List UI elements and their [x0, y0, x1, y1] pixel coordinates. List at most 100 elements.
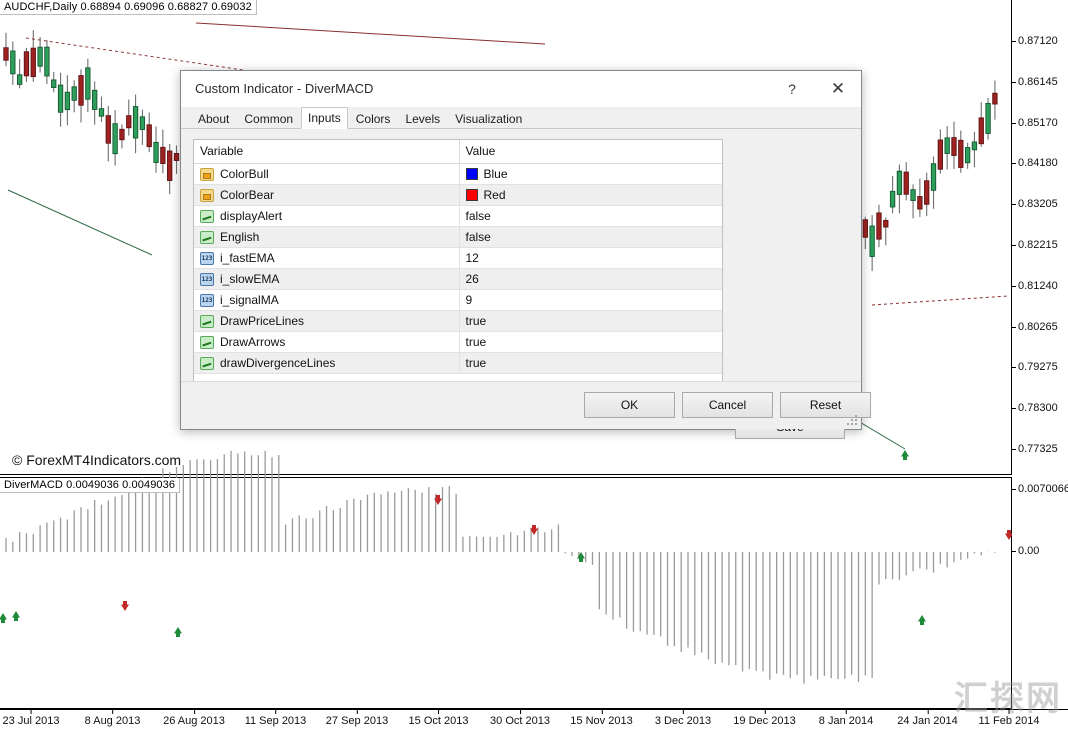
parameter-value: Red: [483, 188, 506, 202]
parameter-name-cell: DrawPriceLines: [194, 310, 459, 332]
indicator-pane[interactable]: DiverMACD 0.0049036 0.0049036: [0, 450, 1013, 709]
table-row[interactable]: English false: [194, 226, 722, 248]
parameter-name: displayAlert: [220, 209, 283, 223]
table-row[interactable]: DrawPriceLines true: [194, 310, 722, 332]
time-tick: 23 Jul 2013: [2, 709, 60, 727]
dialog-footer: OK Cancel Reset: [181, 381, 871, 429]
parameter-value-cell[interactable]: true: [458, 310, 722, 332]
parameter-value-cell[interactable]: Blue: [458, 163, 722, 185]
table-row[interactable]: DrawArrows true: [194, 331, 722, 353]
table-row[interactable]: ColorBear Red: [194, 184, 722, 206]
parameter-value-cell[interactable]: 9: [458, 289, 722, 311]
macd-histogram-layer: [0, 450, 1013, 684]
time-tick: 24 Jan 2014: [897, 709, 958, 727]
int-param-icon: 123: [200, 251, 214, 265]
parameter-name-cell: drawDivergenceLines: [194, 352, 459, 374]
parameter-name: DrawArrows: [220, 335, 286, 349]
time-tick: 15 Oct 2013: [408, 709, 469, 727]
parameter-value-cell[interactable]: false: [458, 205, 722, 227]
bool-param-icon: [200, 314, 214, 328]
copyright-label: © ForexMT4Indicators.com: [12, 452, 182, 468]
bool-param-icon: [200, 356, 214, 370]
price-tick: 0.78300: [1012, 402, 1058, 415]
parameter-name-cell: 123 i_slowEMA: [194, 268, 459, 290]
parameter-value: 9: [465, 293, 473, 307]
tab-inputs[interactable]: Inputs: [301, 107, 348, 129]
table-row[interactable]: displayAlert false: [194, 205, 722, 227]
price-scale[interactable]: 0.87120 0.86145 0.85170 0.84180 0.83205 0.822…: [1011, 0, 1068, 709]
color-swatch: [465, 189, 478, 201]
parameter-value: false: [465, 209, 491, 223]
tab-common[interactable]: Common: [237, 108, 300, 129]
table-row[interactable]: 123 i_slowEMA 26: [194, 268, 722, 290]
parameter-name: drawDivergenceLines: [220, 356, 336, 370]
ok-button[interactable]: OK: [584, 392, 675, 418]
parameter-value-cell[interactable]: true: [458, 331, 722, 353]
parameter-name-cell: ColorBear: [194, 184, 459, 206]
parameter-value: true: [465, 314, 487, 328]
parameter-value: true: [465, 335, 487, 349]
close-icon[interactable]: ✕: [815, 71, 861, 107]
inputs-grid[interactable]: Variable Value ColorBull Blue ColorBear Red…: [193, 139, 723, 383]
time-tick: 11 Feb 2014: [978, 709, 1040, 727]
bool-param-icon: [200, 230, 214, 244]
inputs-table: Variable Value ColorBull Blue ColorBear Red…: [194, 140, 722, 374]
cancel-button[interactable]: Cancel: [682, 392, 773, 418]
tab-colors[interactable]: Colors: [349, 108, 398, 129]
dialog-title: Custom Indicator - DiverMACD: [195, 81, 374, 96]
custom-indicator-dialog[interactable]: Custom Indicator - DiverMACD ? ✕ About Co…: [180, 70, 871, 439]
parameter-name: English: [220, 230, 260, 244]
int-param-icon: 123: [200, 272, 214, 286]
tab-levels[interactable]: Levels: [398, 108, 447, 129]
time-tick: 8 Aug 2013: [84, 709, 141, 727]
color-param-icon: [200, 188, 214, 202]
mt4-chart-window: AUDCHF,Daily 0.68894 0.69096 0.68827 0.6…: [0, 0, 1068, 734]
column-header-value: Value: [458, 140, 722, 164]
table-row[interactable]: drawDivergenceLines true: [194, 352, 722, 374]
parameter-value-cell[interactable]: 26: [458, 268, 722, 290]
parameter-name-cell: displayAlert: [194, 205, 459, 227]
indicator-tick: 0.00: [1011, 545, 1040, 557]
parameter-name-cell: ColorBull: [194, 163, 459, 185]
bool-param-icon: [200, 335, 214, 349]
color-param-icon: [200, 167, 214, 181]
tab-visualization[interactable]: Visualization: [448, 108, 529, 129]
dialog-tabs[interactable]: About Common Inputs Colors Levels Visualizati…: [181, 107, 861, 129]
price-tick: 0.87120: [1012, 35, 1058, 47]
time-tick: 15 Nov 2013: [570, 709, 633, 727]
resize-grip-icon[interactable]: [847, 415, 858, 426]
table-row[interactable]: 123 i_signalMA 9: [194, 289, 722, 311]
parameter-value: 12: [465, 251, 479, 265]
parameter-value: true: [465, 356, 487, 370]
price-tick: 0.86145: [1012, 75, 1058, 88]
parameter-name-cell: 123 i_signalMA: [194, 289, 459, 311]
parameter-name: ColorBear: [220, 188, 275, 202]
dialog-titlebar[interactable]: Custom Indicator - DiverMACD ? ✕: [181, 71, 861, 107]
help-icon[interactable]: ?: [769, 71, 815, 107]
parameter-value-cell[interactable]: true: [458, 352, 722, 374]
parameter-value: false: [465, 230, 491, 244]
time-tick: 19 Dec 2013: [733, 709, 796, 727]
time-tick: 3 Dec 2013: [654, 709, 712, 727]
time-tick: 11 Sep 2013: [244, 709, 307, 727]
price-tick: 0.79275: [1012, 361, 1058, 374]
int-param-icon: 123: [200, 293, 214, 307]
parameter-name: DrawPriceLines: [220, 314, 305, 328]
symbol-info-label: AUDCHF,Daily 0.68894 0.69096 0.68827 0.6…: [0, 0, 257, 15]
tab-about[interactable]: About: [191, 108, 236, 129]
price-tick: 0.80265: [1012, 320, 1058, 333]
time-tick: 8 Jan 2014: [818, 709, 874, 727]
parameter-value-cell[interactable]: Red: [458, 184, 722, 206]
time-scale[interactable]: 23 Jul 2013 8 Aug 2013 26 Aug 2013 11 Sep 2…: [0, 709, 1068, 734]
table-row[interactable]: 123 i_fastEMA 12: [194, 247, 722, 269]
parameter-name: i_signalMA: [220, 293, 279, 307]
color-swatch: [465, 168, 478, 180]
table-row[interactable]: ColorBull Blue: [194, 163, 722, 185]
parameter-value-cell[interactable]: false: [458, 226, 722, 248]
parameter-value-cell[interactable]: 12: [458, 247, 722, 269]
price-tick: 0.85170: [1012, 116, 1058, 129]
parameter-name-cell: English: [194, 226, 459, 248]
bool-param-icon: [200, 209, 214, 223]
indicator-tick: 0.0070066: [1012, 483, 1068, 495]
table-header-row: Variable Value: [194, 140, 722, 164]
